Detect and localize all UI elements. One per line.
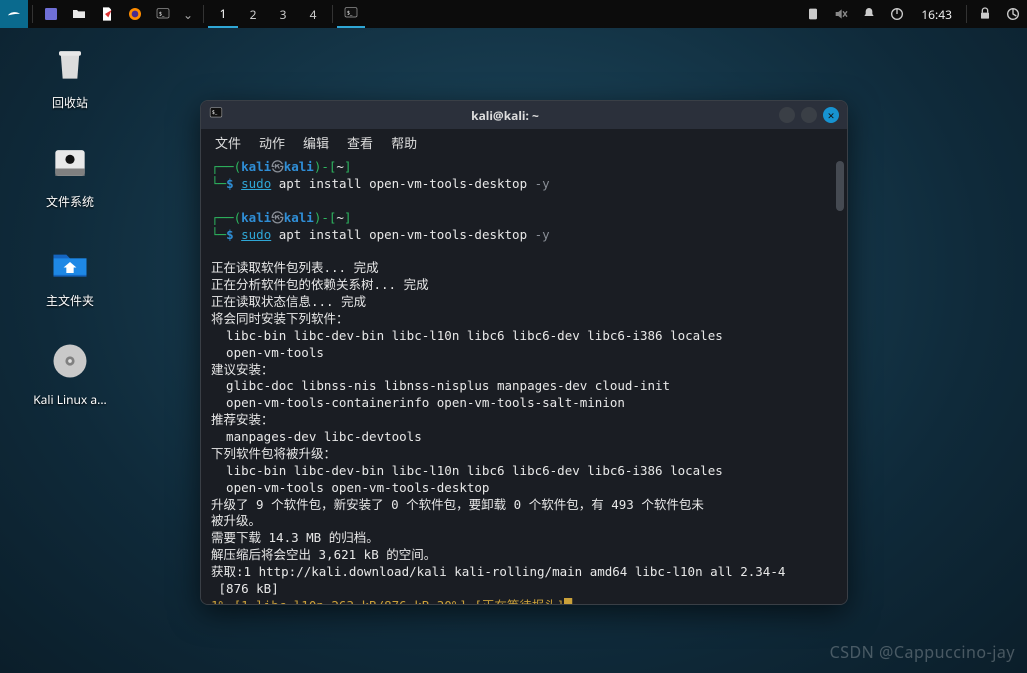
desktop-icon-label: 回收站 — [52, 94, 88, 111]
desktop-icon-label: 主文件夹 — [46, 292, 94, 309]
top-panel: $_ ⌄ 1 2 3 4 $_ 16:43 — [0, 0, 1027, 28]
window-maximize-button[interactable] — [801, 107, 817, 123]
tray-session-icon[interactable] — [999, 0, 1027, 28]
desktop-icon-home[interactable]: 主文件夹 — [10, 238, 130, 309]
desktop-icon-trash[interactable]: 回收站 — [10, 40, 130, 111]
menu-help[interactable]: 帮助 — [391, 133, 417, 152]
desktop-icon-label: 文件系统 — [46, 193, 94, 210]
menubar: 文件 动作 编辑 查看 帮助 — [201, 129, 847, 155]
desktop-icons: 回收站 文件系统 主文件夹 Kali Linux a... — [10, 40, 130, 436]
titlebar[interactable]: $_ kali@kali: ~ — [201, 101, 847, 129]
cd-icon — [46, 337, 94, 385]
window-title: kali@kali: ~ — [231, 107, 779, 124]
panel-launcher-1[interactable] — [37, 0, 65, 28]
menu-actions[interactable]: 动作 — [259, 133, 285, 152]
tray-power-icon[interactable] — [883, 0, 911, 28]
workspace-1[interactable]: 1 — [208, 0, 238, 28]
desktop-icon-kali-cd[interactable]: Kali Linux a... — [10, 337, 130, 408]
trash-icon — [46, 40, 94, 88]
panel-launcher-files[interactable] — [65, 0, 93, 28]
panel-launcher-dropdown[interactable]: ⌄ — [177, 0, 199, 28]
panel-separator — [966, 5, 967, 23]
svg-text:$_: $_ — [347, 8, 353, 16]
panel-separator — [203, 5, 204, 23]
panel-launcher-terminal[interactable]: $_ — [149, 0, 177, 28]
tray-notifications-icon[interactable] — [855, 0, 883, 28]
watermark: CSDN @Cappuccino-jay — [830, 641, 1015, 663]
terminal-body[interactable]: ┌──(kali㉿kali)-[~] └─$ sudo apt install … — [201, 155, 847, 604]
svg-text:$_: $_ — [212, 108, 218, 116]
app-menu-button[interactable] — [0, 0, 28, 28]
window-close-button[interactable] — [823, 107, 839, 123]
tray-usb-icon[interactable] — [799, 0, 827, 28]
desktop-icon-filesystem[interactable]: 文件系统 — [10, 139, 130, 210]
panel-launcher-editor[interactable] — [93, 0, 121, 28]
workspace-2[interactable]: 2 — [238, 0, 268, 28]
home-folder-icon — [46, 238, 94, 286]
menu-file[interactable]: 文件 — [215, 133, 241, 152]
terminal-icon: $_ — [209, 106, 223, 124]
svg-text:$_: $_ — [159, 9, 165, 17]
menu-edit[interactable]: 编辑 — [303, 133, 329, 152]
desktop-icon-label: Kali Linux a... — [33, 391, 107, 408]
panel-separator — [332, 5, 333, 23]
scrollbar-thumb[interactable] — [836, 161, 844, 211]
panel-clock[interactable]: 16:43 — [911, 6, 962, 23]
workspace-4[interactable]: 4 — [298, 0, 328, 28]
workspace-3[interactable]: 3 — [268, 0, 298, 28]
panel-separator — [32, 5, 33, 23]
terminal-window: $_ kali@kali: ~ 文件 动作 编辑 查看 帮助 ┌──(kali㉿… — [200, 100, 848, 605]
taskbar-terminal[interactable]: $_ — [337, 0, 365, 28]
menu-view[interactable]: 查看 — [347, 133, 373, 152]
disk-icon — [46, 139, 94, 187]
panel-launcher-firefox[interactable] — [121, 0, 149, 28]
terminal-scrollbar[interactable] — [836, 161, 844, 596]
window-minimize-button[interactable] — [779, 107, 795, 123]
tray-volume-muted-icon[interactable] — [827, 0, 855, 28]
tray-lock-icon[interactable] — [971, 0, 999, 28]
